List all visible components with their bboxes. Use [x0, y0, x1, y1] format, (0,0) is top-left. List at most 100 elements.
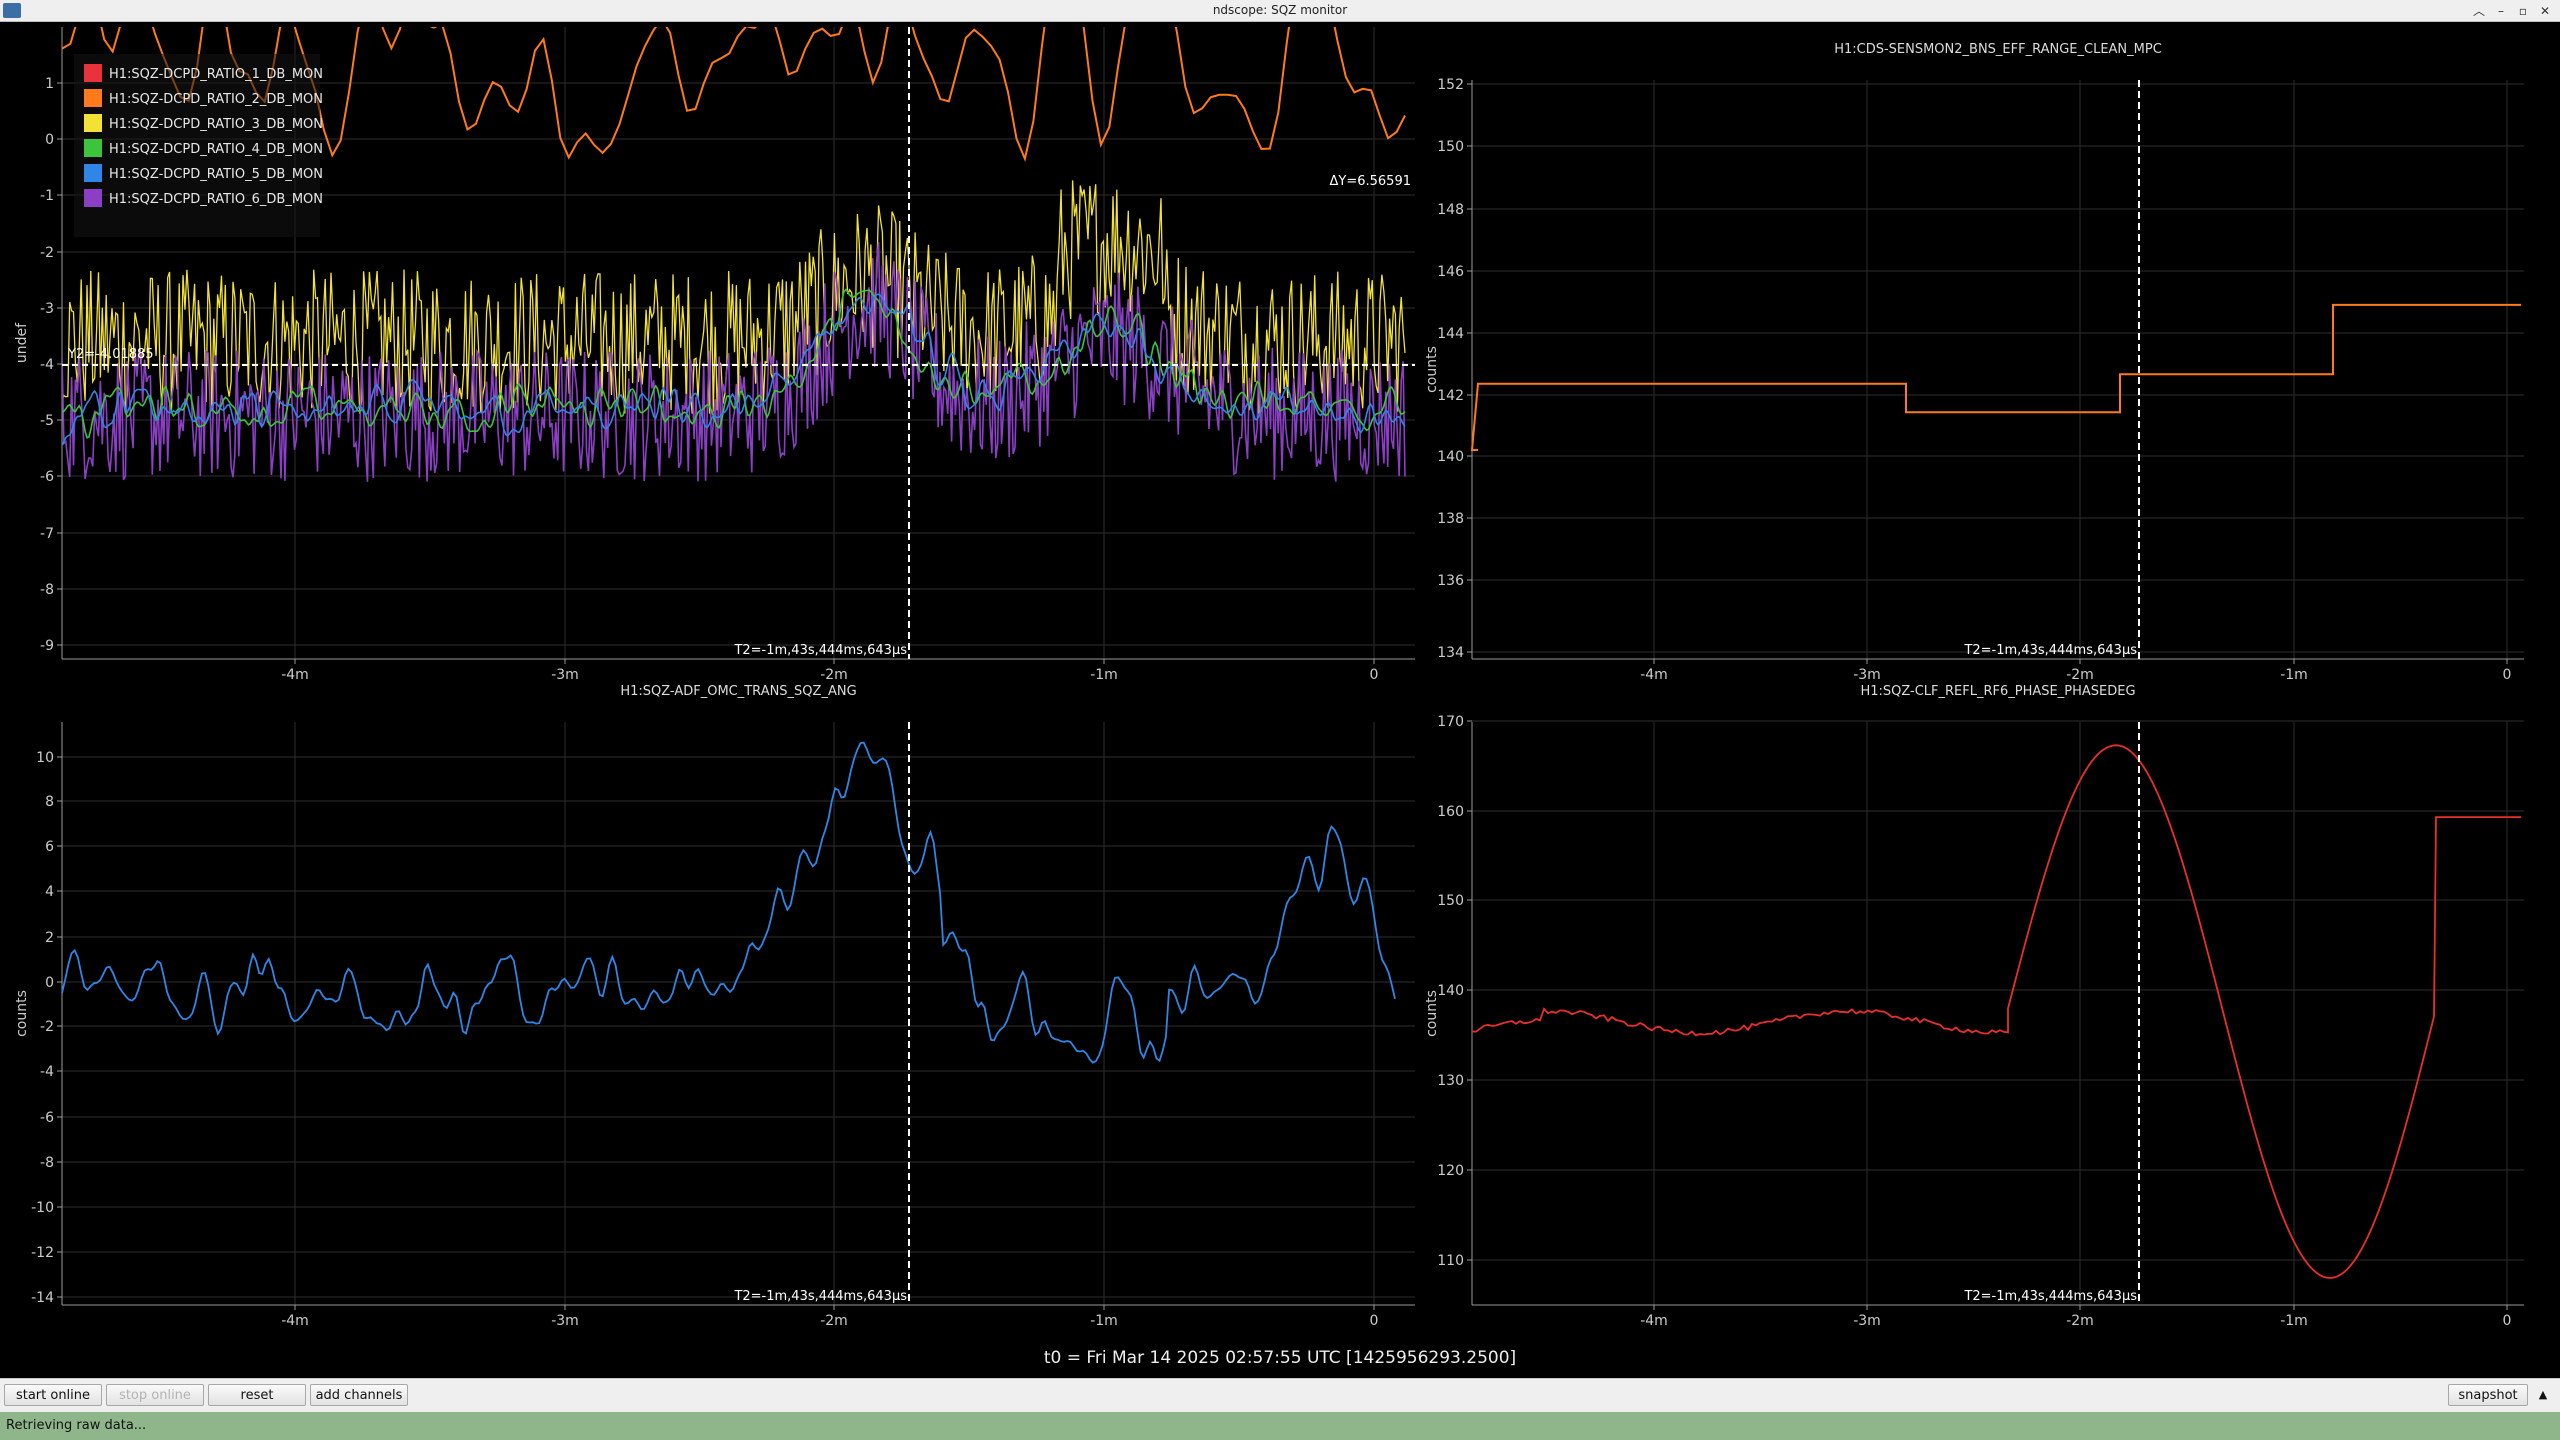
x-tick-label: 0 — [2503, 1313, 2512, 1329]
y-tick-label: 160 — [1437, 804, 1464, 820]
x-tick-label: -3m — [551, 1313, 579, 1329]
collapse-arrow-icon[interactable]: ▲ — [2532, 1384, 2554, 1406]
x-tick-label: -3m — [1853, 1313, 1881, 1329]
snapshot-button[interactable]: snapshot — [2448, 1384, 2528, 1406]
y-tick-label: 10 — [36, 750, 54, 766]
y-tick-label: -12 — [31, 1245, 54, 1261]
plot-grid: -4m -3m -2m -1m 0 1 0 -1 -2 -3 -4 -5 -6 -7 -8 -9 undef Y2… — [0, 22, 2560, 1377]
y-axis-label: counts — [1424, 990, 1440, 1037]
plot-p2[interactable]: -4m -3m -2m -1m 0 152 150 148 146 144 142 140 138 136… — [1424, 42, 2524, 683]
t-cursor-label: T2=-1m,43s,444ms,643µs — [733, 643, 907, 658]
minimize-icon[interactable]: – — [2492, 2, 2510, 20]
legend: H1:SQZ-DCPD_RATIO_1_DB_MON H1:SQZ-DCPD_RA… — [74, 54, 323, 237]
button-bar: start online stop online reset add chann… — [0, 1378, 2560, 1412]
y-tick-label: -7 — [40, 526, 54, 542]
y-tick-label: -3 — [40, 301, 54, 317]
legend-swatch — [84, 189, 102, 207]
x-tick-label: -4m — [1640, 667, 1668, 683]
x-tick-label: -1m — [2280, 667, 2308, 683]
legend-swatch — [84, 164, 102, 182]
y-tick-label: 150 — [1437, 139, 1464, 155]
y-tick-label: -2 — [40, 1019, 54, 1035]
window-title: ndscope: SQZ monitor — [1212, 3, 1348, 17]
y-tick-label: 8 — [45, 794, 54, 810]
legend-swatch — [84, 139, 102, 157]
plot-title: H1:SQZ-ADF_OMC_TRANS_SQZ_ANG — [620, 684, 856, 699]
trace-range — [1470, 303, 2521, 451]
y-tick-label: -8 — [40, 1155, 54, 1171]
y-tick-label: -9 — [40, 638, 54, 654]
y-tick-label: 110 — [1437, 1253, 1464, 1269]
legend-entry[interactable]: H1:SQZ-DCPD_RATIO_5_DB_MON — [109, 167, 323, 182]
x-tick-label: 0 — [1370, 1313, 1379, 1329]
x-tick-label: -3m — [1853, 667, 1881, 683]
trace-phase — [1471, 744, 2521, 1279]
legend-swatch — [84, 89, 102, 107]
y-tick-label: -4 — [40, 1064, 54, 1080]
x-tick-label: -4m — [1640, 1313, 1668, 1329]
t0-label: t0 = Fri Mar 14 2025 02:57:55 UTC [14259… — [1043, 1348, 1517, 1368]
x-tick-label: -4m — [281, 1313, 309, 1329]
y-tick-label: -10 — [31, 1200, 54, 1216]
trace-sqz-ang — [61, 741, 1396, 1064]
y-tick-label: 170 — [1437, 714, 1464, 730]
x-tick-label: -2m — [820, 667, 848, 683]
reset-button[interactable]: reset — [208, 1384, 306, 1406]
y-tick-label: 6 — [45, 839, 54, 855]
legend-entry[interactable]: H1:SQZ-DCPD_RATIO_1_DB_MON — [109, 67, 323, 82]
y-tick-label: 150 — [1437, 893, 1464, 909]
delta-y-label: ΔY=6.56591 — [1330, 174, 1412, 189]
t-cursor-label: T2=-1m,43s,444ms,643µs — [733, 1289, 907, 1304]
stop-online-button[interactable]: stop online — [106, 1384, 204, 1406]
status-bar: Retrieving raw data... — [0, 1412, 2560, 1440]
y-cursor-label: Y2=-4.01885 — [67, 347, 154, 362]
y-tick-label: 130 — [1437, 1073, 1464, 1089]
y-tick-label: -6 — [40, 1110, 54, 1126]
y-tick-label: -5 — [40, 413, 54, 429]
y-tick-label: 146 — [1437, 264, 1464, 280]
y-tick-label: 138 — [1437, 511, 1464, 527]
y-tick-label: 0 — [45, 975, 54, 991]
plot-p1[interactable]: -4m -3m -2m -1m 0 1 0 -1 -2 -3 -4 -5 -6 -7 -8 -9 undef Y2… — [14, 22, 1415, 683]
y-tick-label: -2 — [40, 245, 54, 261]
x-tick-label: -2m — [2066, 667, 2094, 683]
y-tick-label: 134 — [1437, 645, 1464, 661]
y-tick-label: 2 — [45, 930, 54, 946]
legend-entry[interactable]: H1:SQZ-DCPD_RATIO_6_DB_MON — [109, 192, 323, 207]
y-tick-label: -14 — [31, 1290, 54, 1306]
plot-p3[interactable]: -4m -3m -2m -1m 0 10 8 6 4 2 0 -2 -4 -6 -8 -10 -12 -14 cou… — [14, 684, 1415, 1329]
y-tick-label: 4 — [45, 884, 54, 900]
y-tick-label: 0 — [45, 132, 54, 148]
legend-swatch — [84, 114, 102, 132]
legend-entry[interactable]: H1:SQZ-DCPD_RATIO_4_DB_MON — [109, 142, 323, 157]
y-tick-label: 136 — [1437, 573, 1464, 589]
y-tick-label: -1 — [40, 188, 54, 204]
legend-entry[interactable]: H1:SQZ-DCPD_RATIO_2_DB_MON — [109, 92, 323, 107]
maximize-icon[interactable]: ▫ — [2514, 2, 2532, 20]
close-icon[interactable]: ✕ — [2536, 2, 2554, 20]
plot-title: H1:SQZ-CLF_REFL_RF6_PHASE_PHASEDEG — [1860, 684, 2135, 699]
y-tick-label: 148 — [1437, 202, 1464, 218]
plot-p4[interactable]: -4m -3m -2m -1m 0 170 160 150 140 130 120 110 counts… — [1424, 684, 2524, 1329]
chevron-up-icon[interactable]: ︿ — [2470, 2, 2488, 20]
x-tick-label: -1m — [1090, 667, 1118, 683]
x-tick-label: -4m — [281, 667, 309, 683]
x-tick-label: 0 — [2503, 667, 2512, 683]
y-axis-label: undef — [14, 322, 30, 363]
plot-title: H1:CDS-SENSMON2_BNS_EFF_RANGE_CLEAN_MPC — [1834, 42, 2162, 57]
x-tick-label: -3m — [551, 667, 579, 683]
legend-entry[interactable]: H1:SQZ-DCPD_RATIO_3_DB_MON — [109, 117, 323, 132]
add-channels-button[interactable]: add channels — [310, 1384, 408, 1406]
x-tick-label: -1m — [2280, 1313, 2308, 1329]
y-tick-label: 144 — [1437, 326, 1464, 342]
y-tick-label: 140 — [1437, 449, 1464, 465]
t-cursor-label: T2=-1m,43s,444ms,643µs — [1963, 643, 2137, 658]
start-online-button[interactable]: start online — [4, 1384, 102, 1406]
y-tick-label: 140 — [1437, 983, 1464, 999]
x-tick-label: -1m — [1090, 1313, 1118, 1329]
y-tick-label: -6 — [40, 469, 54, 485]
y-tick-label: 1 — [45, 76, 54, 92]
x-tick-label: -2m — [2066, 1313, 2094, 1329]
y-axis-label: counts — [14, 990, 30, 1037]
y-tick-label: -8 — [40, 582, 54, 598]
